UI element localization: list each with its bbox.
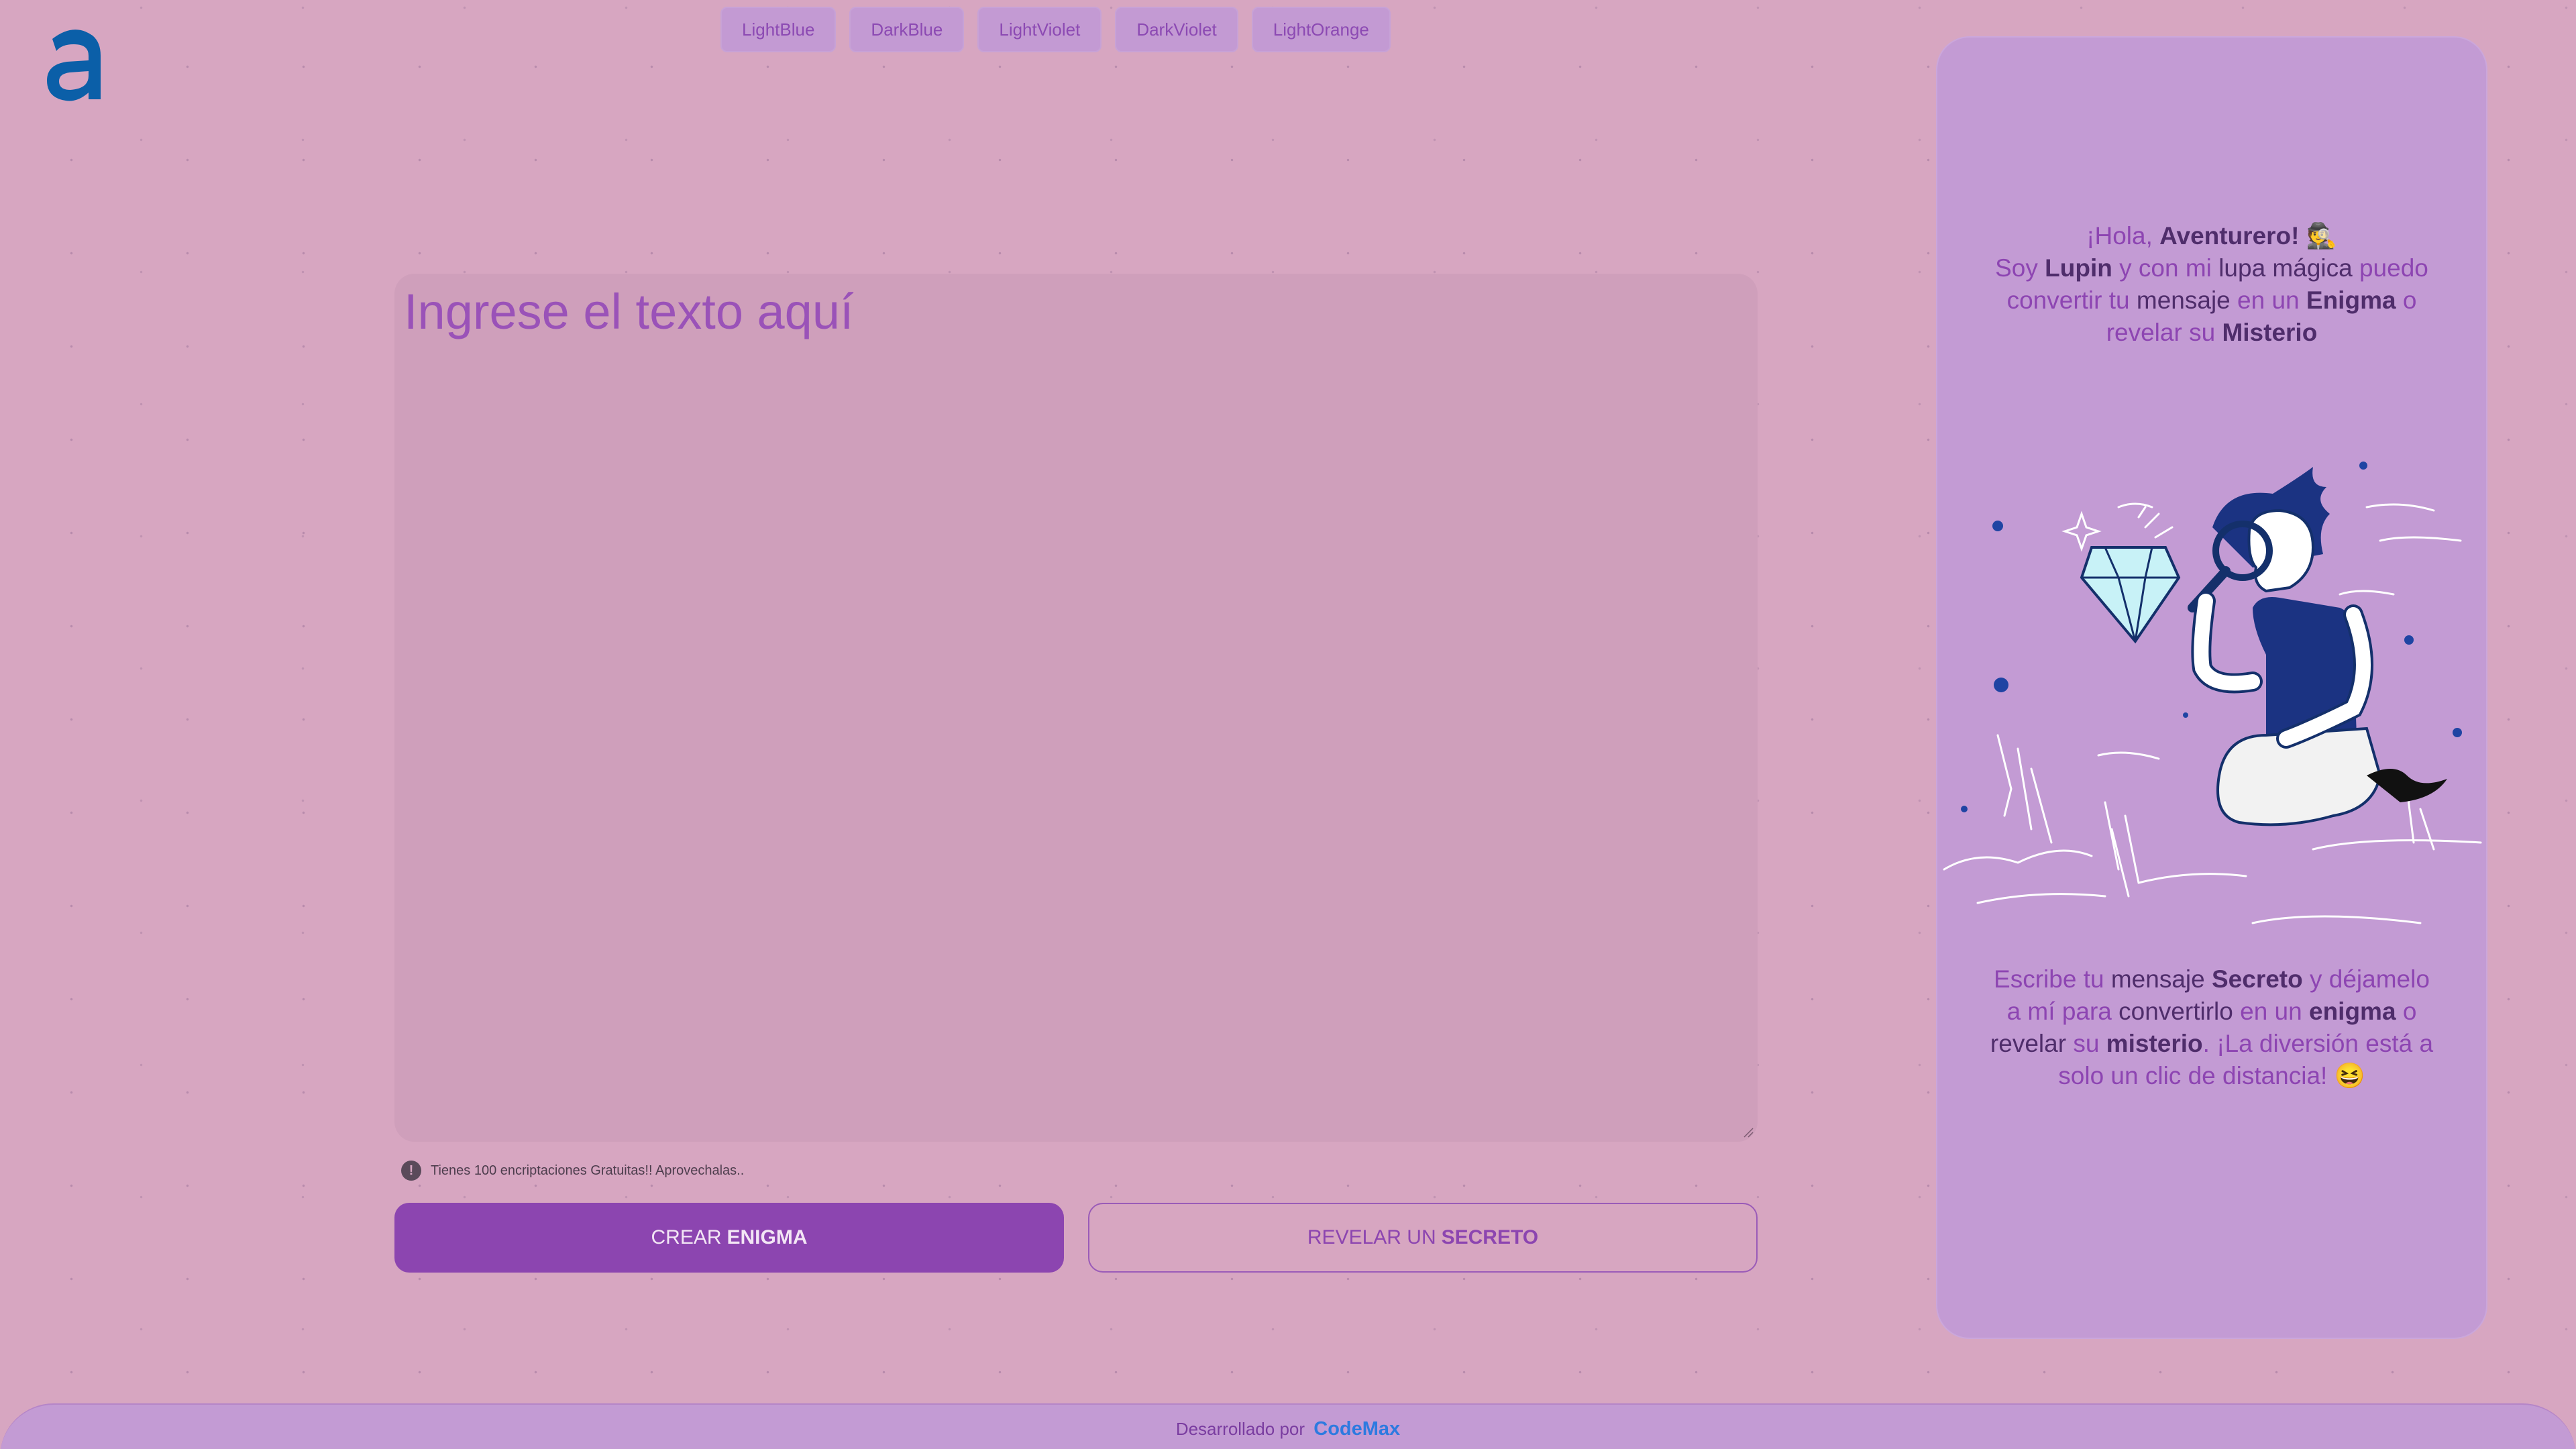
decrypt-label-emphasis: SECRETO bbox=[1441, 1226, 1539, 1248]
instructions-text: Escribe tu mensaje Secreto y déjamelo a … bbox=[1990, 965, 2434, 1089]
greeting-text: ¡Hola, Aventurero! 🕵️ Soy Lupin y con mi… bbox=[1995, 222, 2428, 346]
encrypt-label-prefix: CREAR bbox=[651, 1226, 722, 1248]
free-quota-notice: ! Tienes 100 encriptaciones Gratuitas!! … bbox=[401, 1161, 744, 1181]
footer: Desarrollado por CodeMax bbox=[0, 1403, 2576, 1449]
alert-icon: ! bbox=[401, 1161, 421, 1181]
theme-darkviolet-button[interactable]: DarkViolet bbox=[1115, 7, 1238, 52]
detective-illustration bbox=[1943, 462, 2482, 924]
theme-selector: LightBlue DarkBlue LightViolet DarkViole… bbox=[720, 7, 1391, 52]
laughing-emoji: 😆 bbox=[2334, 1062, 2365, 1089]
brand-link[interactable]: CodeMax bbox=[1313, 1418, 1400, 1440]
theme-lightviolet-button[interactable]: LightViolet bbox=[977, 7, 1102, 52]
notice-text: Tienes 100 encriptaciones Gratuitas!! Ap… bbox=[431, 1163, 745, 1178]
encrypt-label-emphasis: ENIGMA bbox=[727, 1226, 808, 1248]
resize-handle-icon[interactable] bbox=[1741, 1126, 1754, 1138]
detective-emoji: 🕵️ bbox=[2306, 222, 2337, 250]
message-input[interactable] bbox=[394, 274, 1758, 1142]
footer-credit: Desarrollado por CodeMax bbox=[1175, 1418, 1401, 1440]
assistant-panel: ¡Hola, Aventurero! 🕵️ Soy Lupin y con mi… bbox=[1936, 36, 2487, 1339]
theme-lightorange-button[interactable]: LightOrange bbox=[1251, 7, 1391, 52]
text-editor bbox=[394, 274, 1758, 1142]
decrypt-button[interactable]: REVELAR UN SECRETO bbox=[1088, 1203, 1758, 1273]
app-logo[interactable] bbox=[40, 19, 107, 113]
theme-darkblue-button[interactable]: DarkBlue bbox=[849, 7, 965, 52]
encrypt-button[interactable]: CREAR ENIGMA bbox=[394, 1203, 1064, 1273]
theme-lightblue-button[interactable]: LightBlue bbox=[720, 7, 837, 52]
decrypt-label-prefix: REVELAR UN bbox=[1307, 1226, 1436, 1248]
